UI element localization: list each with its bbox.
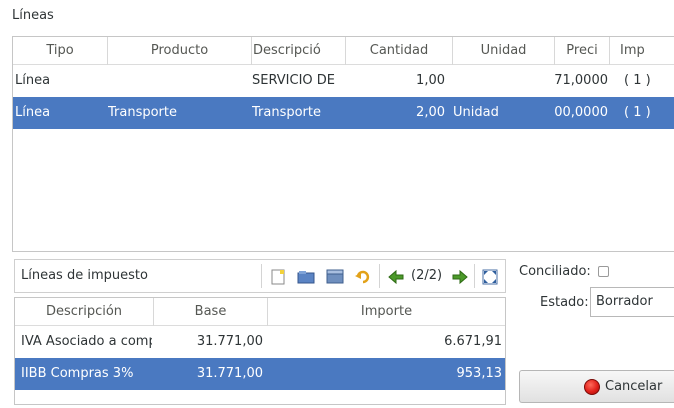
column-header-descripcion[interactable]: Descripció [252,37,346,65]
new-record-icon[interactable] [269,268,287,286]
cell-tipo: Línea [15,105,51,120]
column-header-tipo[interactable]: Tipo [13,37,108,65]
lines-title: Líneas [12,8,54,23]
cell-base: 31.771,00 [196,366,263,381]
cell-descripcion: IVA Asociado a comp [21,334,152,349]
toolbar-separator [379,264,380,288]
column-header-imp[interactable]: Imp [610,37,674,65]
cell-unidad [453,65,553,97]
column-header-cantidad[interactable]: Cantidad [346,37,453,65]
cell-imp: ( 1 ) [624,73,651,88]
tax-lines-title: Líneas de impuesto [21,268,148,283]
column-header-base[interactable]: Base [154,298,268,326]
estado-label: Estado: [540,295,589,310]
cell-base: 31.771,00 [196,334,263,349]
conciliado-label: Conciliado: [519,264,591,279]
save-record-icon[interactable] [326,268,344,286]
cell-cantidad: 2,00 [416,105,445,120]
cell-unidad: Unidad [453,105,499,120]
tax-lines-toolbar: Líneas de impuesto (2/2) [14,259,506,293]
lines-table-header: Tipo Producto Descripció Cantidad Unidad… [13,37,674,65]
page-indicator: (2/2) [411,268,443,283]
open-record-icon[interactable] [297,268,315,286]
estado-field[interactable]: Borrador [590,287,674,317]
cell-imp: ( 1 ) [624,105,651,120]
cell-descripcion: IIBB Compras 3% [21,366,134,381]
conciliado-checkbox[interactable] [598,266,609,277]
undo-icon[interactable] [354,268,372,286]
previous-icon[interactable] [387,268,405,286]
table-row[interactable]: Línea SERVICIO DE 1,00 71,0000 ( 1 ) [13,65,674,97]
cell-precio: 71,0000 [554,73,608,88]
cell-importe: 6.671,91 [444,334,502,349]
lines-table: Tipo Producto Descripció Cantidad Unidad… [12,36,674,252]
lines-header: Líneas [0,0,674,34]
tax-lines-table: Descripción Base Importe IVA Asociado a … [14,297,506,405]
table-row[interactable]: IIBB Compras 3% 31.771,00 953,13 [15,358,505,390]
cell-descripcion: Transporte [252,105,321,120]
column-header-precio[interactable]: Preci [555,37,610,65]
column-header-importe[interactable]: Importe [268,298,505,326]
table-row[interactable]: IVA Asociado a comp 31.771,00 6.671,91 [15,326,505,358]
tax-table-header: Descripción Base Importe [15,298,505,326]
toolbar-separator [261,264,262,288]
cell-producto: Transporte [108,105,177,120]
column-header-producto[interactable]: Producto [108,37,252,65]
cell-tipo: Línea [15,73,51,88]
column-header-descripcion[interactable]: Descripción [15,298,154,326]
toolbar-separator [474,264,475,288]
cell-importe: 953,13 [456,366,503,381]
cell-producto [108,65,252,97]
next-icon[interactable] [451,268,469,286]
cancel-label: Cancelar [605,379,663,394]
cell-descripcion: SERVICIO DE [252,73,336,88]
cell-precio: 00,0000 [554,105,608,120]
table-row[interactable]: Línea Transporte Transporte 2,00 Unidad … [13,97,674,129]
left-margin [0,252,12,408]
cell-cantidad: 1,00 [416,73,445,88]
cancel-icon [584,379,600,395]
cancel-button[interactable]: Cancelar [519,370,674,403]
switch-view-icon[interactable] [481,268,499,286]
column-header-unidad[interactable]: Unidad [453,37,555,65]
